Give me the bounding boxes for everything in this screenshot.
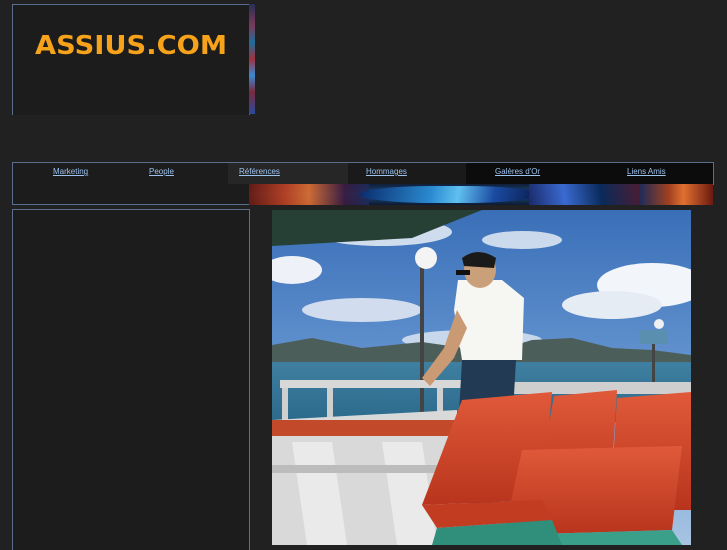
header-decor-strip bbox=[249, 4, 255, 114]
photo-man-on-ferry bbox=[272, 210, 691, 545]
nav-cell-group-left: Marketing People bbox=[13, 163, 238, 184]
header-logo-panel: ASSIUS.COM bbox=[12, 4, 250, 115]
nav-link-galeres-dor[interactable]: Galères d'Or bbox=[495, 167, 540, 176]
nav-link-liens-amis[interactable]: Liens Amis bbox=[627, 167, 666, 176]
banner-decor-image bbox=[249, 184, 713, 205]
nav-link-people[interactable]: People bbox=[149, 167, 174, 176]
nav-link-marketing[interactable]: Marketing bbox=[53, 167, 88, 176]
nav-cell-group-right: Galères d'Or Liens Amis bbox=[466, 163, 713, 184]
nav-cell-references: Références bbox=[228, 163, 348, 184]
sidebar-panel bbox=[12, 209, 250, 550]
nav-link-references[interactable]: Références bbox=[239, 167, 280, 176]
banner-left-cell bbox=[12, 184, 250, 205]
site-logo[interactable]: ASSIUS.COM bbox=[35, 31, 227, 61]
main-nav: Marketing People Références Hommages Gal… bbox=[12, 162, 714, 185]
nav-cell-hommages: Hommages bbox=[348, 163, 466, 184]
nav-link-hommages[interactable]: Hommages bbox=[366, 167, 407, 176]
